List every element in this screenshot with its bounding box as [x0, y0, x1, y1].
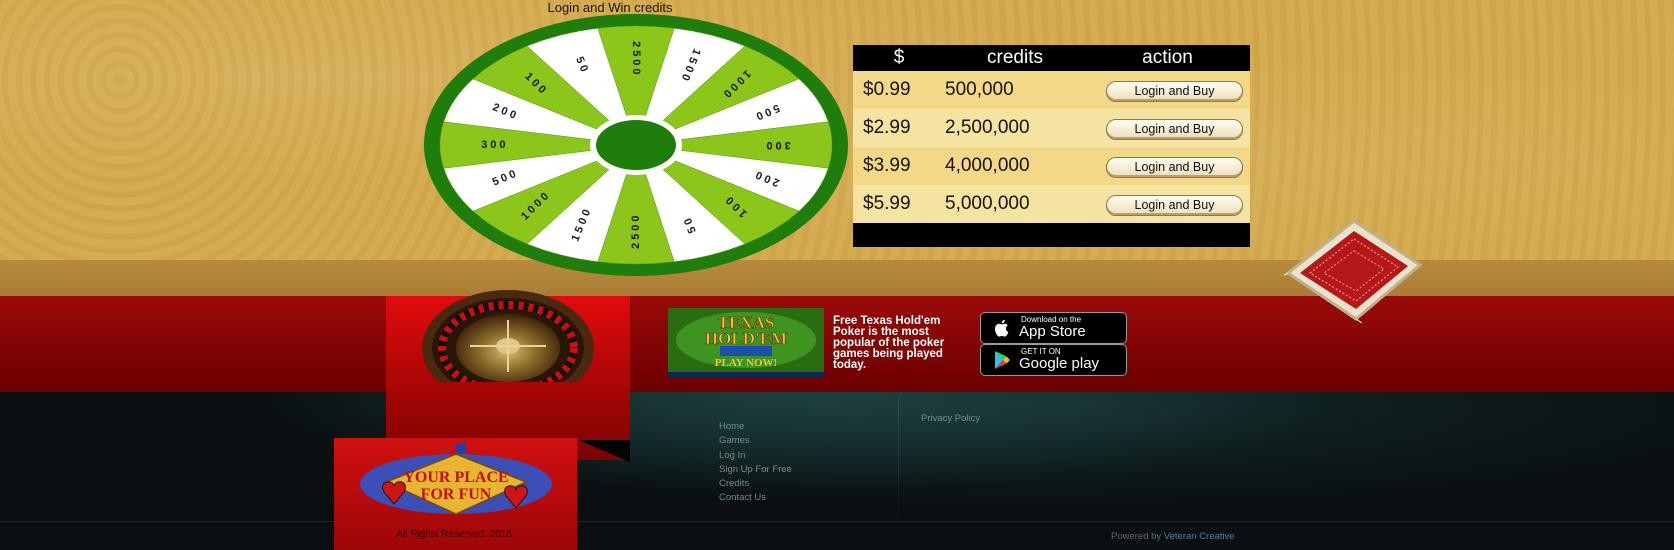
google-play-big-text: Google play	[1019, 355, 1100, 372]
login-and-buy-button[interactable]: Login and Buy	[1106, 81, 1243, 102]
wheel-segment-label: 300	[763, 139, 790, 151]
login-and-buy-button[interactable]: Login and Buy	[1106, 119, 1243, 140]
poker-banner-art: TEXAS HOLD'EM PLAY NOW!	[668, 308, 824, 378]
credits-cell: 500,000	[945, 79, 1014, 100]
credits-cell: 4,000,000	[945, 155, 1030, 176]
credits-table-header: $ credits action	[853, 45, 1250, 71]
footer-nav: Home Games Log In Sign Up For Free Credi…	[719, 420, 792, 506]
powered-by: Powered by Veteran Creative	[1111, 531, 1235, 542]
credits-table: $ credits action $0.99 500,000 Login and…	[853, 45, 1250, 247]
texas-holdem-banner[interactable]: TEXAS HOLD'EM PLAY NOW!	[668, 308, 824, 378]
wheel-segment-label: 2500	[630, 41, 642, 77]
footer-link-signup[interactable]: Sign Up For Free	[719, 463, 792, 477]
wheel-segment-label: 2500	[630, 212, 642, 248]
login-and-buy-button[interactable]: Login and Buy	[1106, 195, 1243, 216]
table-row: $2.99 2,500,000 Login and Buy	[853, 109, 1250, 147]
footer-background	[0, 392, 1674, 550]
play-now-label: PLAY NOW!	[715, 357, 777, 369]
footer-link-credits[interactable]: Credits	[719, 477, 792, 491]
apple-icon	[994, 319, 1009, 337]
prize-wheel[interactable]: 2500 1500 10005003002001005025001500100050…	[424, 14, 848, 276]
roulette-wheel-icon[interactable]	[420, 290, 596, 382]
header-action: action	[1142, 47, 1193, 68]
wheel-title: Login and Win credits	[547, 0, 673, 15]
login-and-buy-button[interactable]: Login and Buy	[1106, 157, 1243, 178]
footer-link-contact[interactable]: Contact Us	[719, 491, 792, 505]
your-place-for-fun-logo: YOUR PLACE FOR FUN	[360, 442, 552, 515]
diamond-card-icon	[1284, 219, 1423, 323]
table-row: $0.99 500,000 Login and Buy	[853, 71, 1250, 109]
promo-line-2: FOR FUN	[421, 486, 492, 503]
price-cell: $3.99	[863, 155, 911, 176]
price-cell: $5.99	[863, 193, 911, 214]
veteran-creative-link[interactable]: Veteran Creative	[1164, 531, 1235, 542]
price-cell: $2.99	[863, 117, 911, 138]
header-price: $	[893, 47, 905, 68]
table-row: $5.99 5,000,000 Login and Buy	[853, 185, 1250, 223]
price-cell: $0.99	[863, 79, 911, 100]
header-credits: credits	[987, 47, 1043, 68]
privacy-policy-link[interactable]: Privacy Policy	[921, 413, 980, 424]
copyright-text: All Rights Reserved. 2016.	[396, 529, 515, 540]
footer-link-home[interactable]: Home	[719, 420, 792, 434]
credits-cell: 2,500,000	[945, 117, 1030, 138]
google-play-button[interactable]: GET IT ON Google play	[980, 344, 1127, 376]
powered-by-prefix: Powered by	[1111, 531, 1162, 542]
footer-divider	[0, 521, 1674, 522]
table-row: $3.99 4,000,000 Login and Buy	[853, 147, 1250, 185]
credits-cell: 5,000,000	[945, 193, 1030, 214]
poker-description: Free Texas Hold'em Poker is the most pop…	[833, 315, 945, 371]
app-store-big-text: App Store	[1019, 323, 1086, 340]
wheel-segment-label: 300	[481, 139, 508, 151]
google-play-icon	[995, 351, 1010, 369]
wheel-hub[interactable]	[596, 120, 676, 170]
dice-icon	[442, 442, 467, 456]
footer-column-divider	[898, 398, 899, 520]
footer-link-games[interactable]: Games	[719, 434, 792, 448]
footer-link-login[interactable]: Log In	[719, 449, 792, 463]
promo-line-1: YOUR PLACE	[403, 469, 508, 486]
app-store-button[interactable]: Download on the App Store	[980, 312, 1127, 344]
poker-banner-title-2: HOLD'EM	[705, 329, 787, 348]
